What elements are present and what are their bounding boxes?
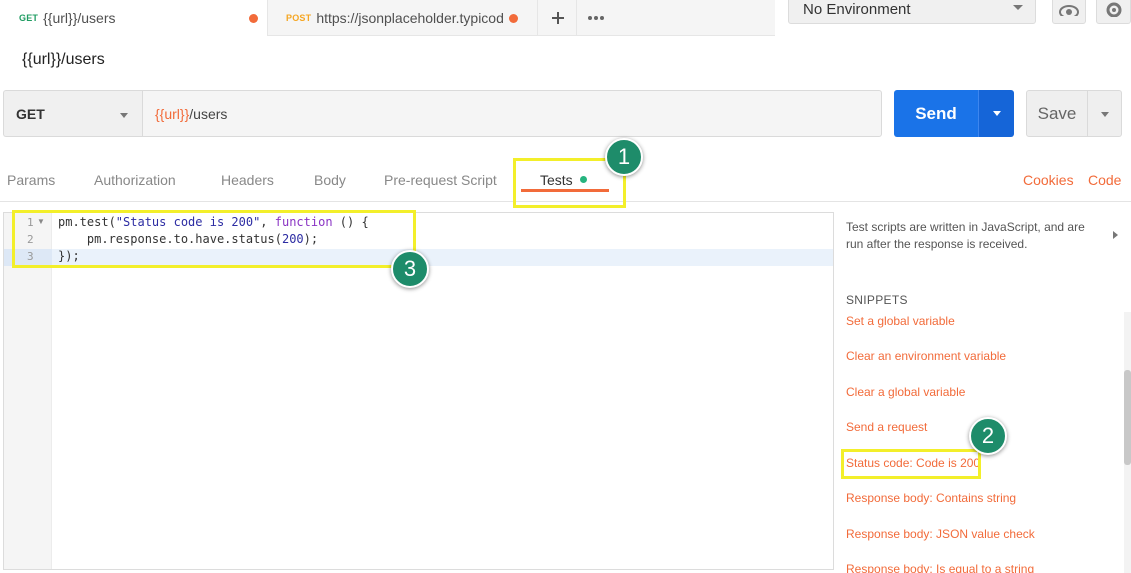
snippets-description: Test scripts are written in JavaScript, … (846, 220, 1085, 251)
save-label: Save (1037, 103, 1077, 123)
send-button[interactable]: Send (894, 90, 978, 137)
chevron-down-icon (1101, 112, 1109, 117)
tab-headers[interactable]: Headers (221, 172, 274, 188)
request-name: {{url}}/users (22, 51, 105, 68)
tab-body[interactable]: Body (314, 172, 346, 188)
highlight-snippet (841, 449, 981, 479)
tab-pre-request-script[interactable]: Pre-request Script (384, 172, 497, 188)
environment-selector[interactable]: No Environment (788, 0, 1036, 24)
code-link[interactable]: Code (1088, 172, 1121, 188)
snippet-response-equals-string[interactable]: Response body: Is equal to a string (846, 562, 1034, 573)
method-value: GET (16, 105, 45, 122)
chevron-down-icon (993, 111, 1001, 116)
tab-authorization[interactable]: Authorization (94, 172, 176, 188)
environment-label: No Environment (803, 0, 911, 18)
send-label: Send (915, 103, 957, 123)
new-tab-button[interactable] (539, 0, 577, 36)
scrollbar-thumb[interactable] (1124, 370, 1131, 465)
request-tab-bar: GET {{url}}/users POST https://jsonplace… (0, 0, 1131, 36)
tab-label: https://jsonplaceholder.typicod (316, 10, 504, 26)
snippet-clear-environment-variable[interactable]: Clear an environment variable (846, 349, 1006, 363)
ellipsis-icon (588, 16, 604, 20)
eye-icon (1059, 5, 1079, 16)
request-tab-get-users[interactable]: GET {{url}}/users (0, 0, 268, 36)
method-tag: POST (286, 13, 312, 23)
highlight-code (12, 210, 416, 268)
tab-params[interactable]: Params (7, 172, 55, 188)
snippets-heading: SNIPPETS (846, 293, 908, 307)
snippet-set-global-variable[interactable]: Set a global variable (846, 314, 955, 328)
annotation-badge-3: 3 (391, 250, 429, 288)
url-input[interactable]: {{url}}/users (142, 90, 882, 137)
save-options-button[interactable] (1088, 90, 1122, 137)
annotation-badge-1: 1 (605, 138, 643, 176)
unsaved-indicator (249, 14, 258, 23)
save-button[interactable]: Save (1026, 90, 1088, 137)
unsaved-indicator (508, 13, 518, 23)
chevron-down-icon (120, 113, 128, 118)
snippet-json-value-check[interactable]: Response body: JSON value check (846, 527, 1035, 541)
method-tag: GET (19, 13, 39, 23)
annotation-badge-2: 2 (969, 417, 1007, 455)
environment-quick-look-button[interactable] (1052, 0, 1086, 24)
chevron-down-icon (1013, 5, 1023, 10)
snippet-response-contains-string[interactable]: Response body: Contains string (846, 491, 1016, 505)
collapse-panel-icon[interactable] (1113, 231, 1118, 239)
request-tab-post[interactable]: POST https://jsonplaceholder.typicod (269, 0, 538, 36)
manage-environments-button[interactable] (1096, 0, 1131, 24)
cookies-link[interactable]: Cookies (1023, 172, 1074, 188)
send-options-button[interactable] (978, 90, 1014, 137)
url-path: /users (189, 105, 228, 122)
more-tabs-button[interactable] (577, 0, 615, 36)
url-variable: {{url}} (155, 105, 190, 122)
snippet-clear-global-variable[interactable]: Clear a global variable (846, 385, 965, 399)
http-method-select[interactable]: GET (3, 90, 142, 137)
snippet-send-request[interactable]: Send a request (846, 420, 927, 434)
tab-label: {{url}}/users (43, 10, 116, 26)
plus-icon (551, 12, 564, 24)
gear-icon (1106, 2, 1121, 17)
